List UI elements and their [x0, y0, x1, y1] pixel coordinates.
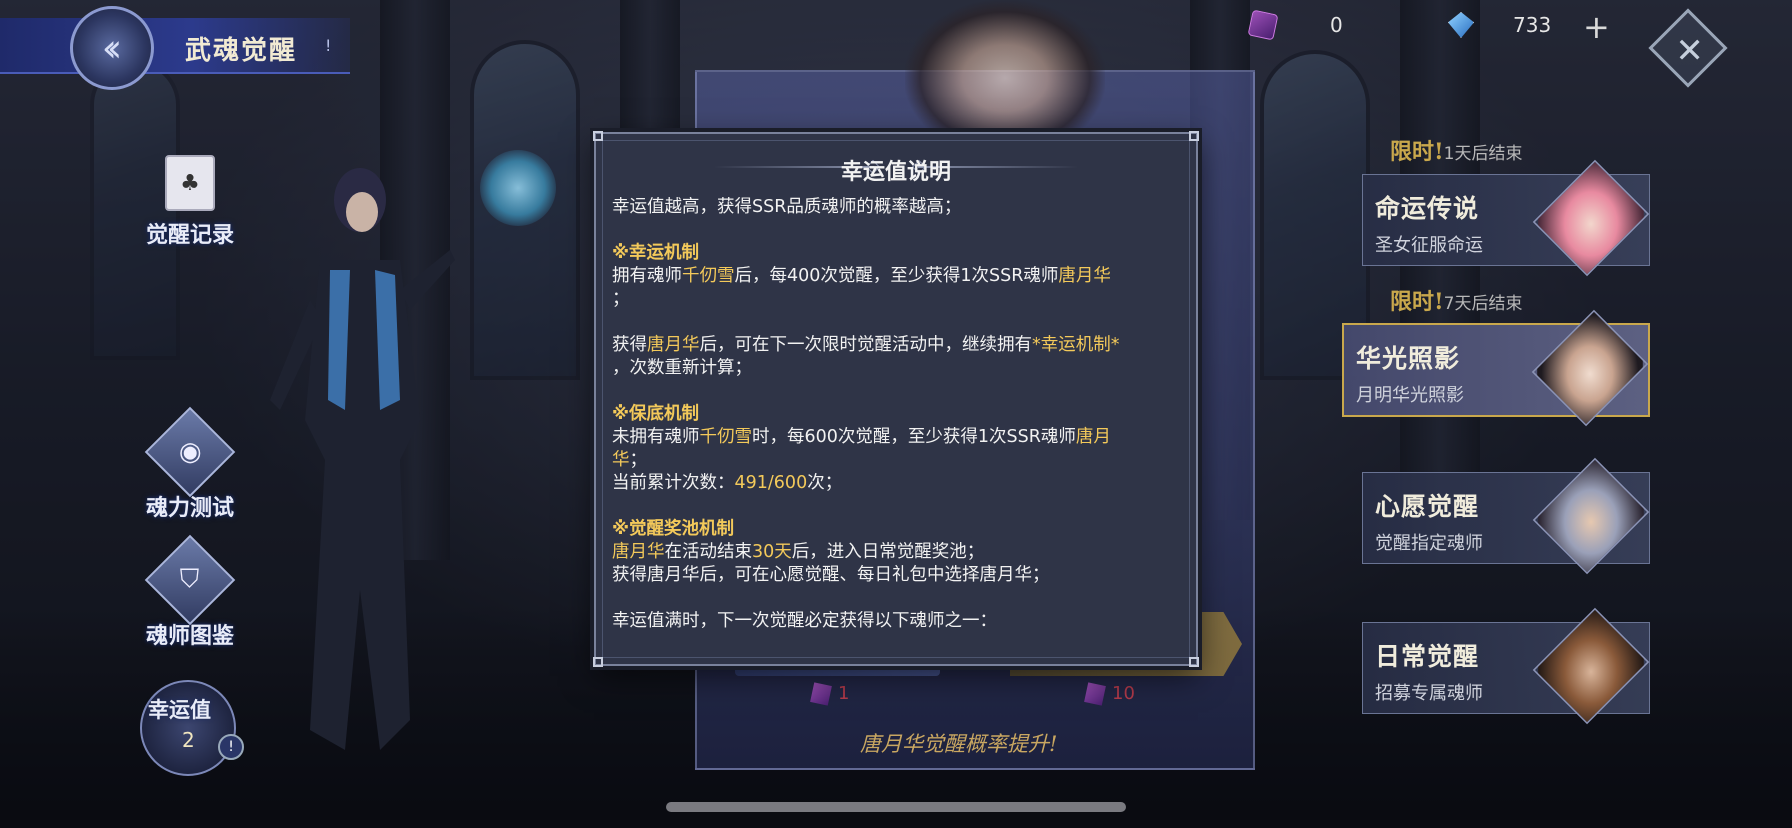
- pity-rule-line: 未拥有魂师千仞雪时，每600次觉醒，至少获得1次SSR魂师唐月: [612, 427, 1111, 447]
- awaken-record-label: 觉醒记录: [145, 222, 234, 248]
- ticket-count: 0: [1330, 13, 1343, 37]
- page-title: 武魂觉醒: [185, 36, 298, 66]
- section-luck-mechanism: ※幸运机制: [612, 243, 700, 263]
- character-portrait-icon: [1532, 457, 1650, 575]
- pool-rule-line: 唐月华在活动结束30天后，进入日常觉醒奖池；: [612, 542, 985, 562]
- dialog-body: 幸运值越高，获得SSR品质魂师的概率越高； ※幸运机制 拥有魂师千仞雪后，每40…: [612, 196, 1182, 633]
- section-pity-mechanism: ※保底机制: [612, 404, 700, 424]
- section-pool-mechanism: ※觉醒奖池机制: [612, 519, 735, 539]
- diamond-icon: [1448, 12, 1474, 38]
- event-title: 日常觉醒: [1375, 642, 1480, 671]
- ticket-icon: [1247, 9, 1279, 41]
- luck-rule-line: 拥有魂师千仞雪后，每400次觉醒，至少获得1次SSR魂师唐月华: [612, 266, 1111, 286]
- intro-line: 幸运值越高，获得SSR品质魂师的概率越高；: [612, 197, 962, 217]
- camera-icon: ◉: [144, 406, 236, 498]
- luck-value: 2: [182, 728, 195, 752]
- event-title: 命运传说: [1375, 194, 1480, 223]
- event-card-wish[interactable]: 心愿觉醒 觉醒指定魂师: [1362, 457, 1650, 575]
- add-diamond-button[interactable]: +: [1583, 8, 1610, 46]
- corner-ornament: [1189, 131, 1199, 141]
- event-card-daily[interactable]: 日常觉醒 招募专属魂师: [1362, 607, 1650, 725]
- limit-suffix: 7天后结束: [1443, 294, 1523, 314]
- pity-rule-line-end: 华；: [612, 450, 647, 470]
- event-subtitle: 觉醒指定魂师: [1375, 533, 1483, 554]
- single-cost-value: 1: [838, 683, 850, 704]
- close-icon: ✕: [1675, 31, 1704, 72]
- event-limit-2: 限时!7天后结束: [1390, 284, 1523, 316]
- luck-carry-line: 获得唐月华后，可在下一次限时觉醒活动中，继续拥有*幸运机制*: [612, 335, 1120, 355]
- corner-ornament: [593, 657, 603, 667]
- luck-carry-line-end: ，次数重新计算；: [612, 358, 752, 378]
- helmet-icon: ⛉: [144, 534, 236, 626]
- diamond-resource: [1448, 8, 1474, 42]
- event-card-destiny[interactable]: 命运传说 圣女征服命运: [1362, 159, 1650, 277]
- event-limit-1: 限时!1天后结束: [1390, 134, 1523, 166]
- corner-ornament: [1189, 657, 1199, 667]
- ticket-icon: [1084, 682, 1106, 706]
- pity-count-line: 当前累计次数：491/600次；: [612, 473, 843, 493]
- diamond-count: 733: [1513, 13, 1552, 37]
- corner-ornament: [593, 131, 603, 141]
- home-indicator[interactable]: [666, 802, 1126, 812]
- alert-icon: !: [218, 734, 244, 760]
- dialog-title: 幸运值说明: [840, 159, 951, 185]
- event-subtitle: 招募专属魂师: [1375, 683, 1483, 704]
- awaken-record-button[interactable]: ♣ 觉醒记录: [130, 155, 250, 249]
- luck-value-button[interactable]: 幸运值 2 !: [140, 680, 244, 776]
- hero-character-art: [270, 168, 455, 750]
- event-subtitle: 圣女征服命运: [1375, 235, 1483, 256]
- ticket-resource: [1247, 8, 1279, 42]
- ticket-icon: [810, 682, 832, 706]
- luck-rule-line-end: ；: [612, 289, 630, 309]
- character-portrait-icon: [1532, 607, 1650, 725]
- banner-tagline: 唐月华觉醒概率提升!: [860, 732, 1058, 756]
- single-cost: 1: [810, 682, 850, 706]
- document-icon: ♣: [165, 155, 215, 211]
- floating-orb: [480, 150, 556, 226]
- back-button[interactable]: ‹‹: [70, 6, 154, 90]
- banner-character-portrait: [905, 0, 1105, 130]
- event-subtitle: 月明华光照影: [1356, 385, 1464, 406]
- limit-suffix: 1天后结束: [1443, 144, 1523, 164]
- ten-cost: 10: [1084, 682, 1135, 706]
- limit-word: 限时!: [1390, 289, 1444, 315]
- limit-word: 限时!: [1390, 139, 1444, 165]
- event-card-radiance[interactable]: 华光照影 月明华光照影: [1342, 309, 1650, 427]
- luck-label: 幸运值: [148, 697, 211, 722]
- luck-info-dialog: 幸运值说明 幸运值越高，获得SSR品质魂师的概率越高； ※幸运机制 拥有魂师千仞…: [593, 131, 1199, 667]
- ten-cost-value: 10: [1112, 683, 1135, 704]
- back-chevron-icon: ‹‹: [101, 26, 123, 70]
- event-title: 心愿觉醒: [1375, 492, 1480, 521]
- codex-button[interactable]: ⛉ 魂师图鉴: [130, 534, 250, 650]
- pool-select-line: 获得唐月华后，可在心愿觉醒、每日礼包中选择唐月华；: [612, 565, 1050, 585]
- title-bar: [0, 18, 350, 74]
- luck-full-line: 幸运值满时，下一次觉醒必定获得以下魂师之一：: [612, 611, 997, 631]
- character-portrait-icon: [1531, 309, 1649, 427]
- event-title: 华光照影: [1356, 344, 1461, 373]
- soul-test-button[interactable]: ◉ 魂力测试: [130, 406, 250, 522]
- info-icon[interactable]: !: [325, 36, 331, 55]
- character-portrait-icon: [1532, 159, 1650, 277]
